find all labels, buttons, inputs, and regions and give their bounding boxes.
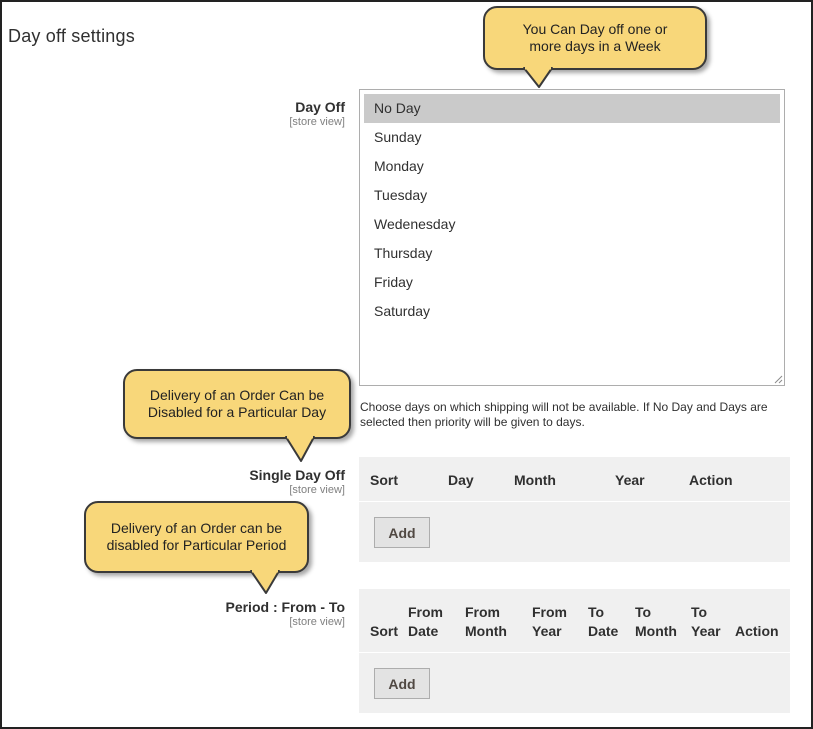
column-header-to-year-top: To — [691, 604, 708, 620]
day-off-option-tuesday[interactable]: Tuesday — [364, 181, 780, 210]
column-header-from-year-top: From — [532, 604, 567, 620]
resize-grip-icon[interactable] — [774, 375, 783, 384]
callout-single-day-text: Delivery of an Order Can be Disabled for… — [147, 387, 327, 420]
column-header-year: Year — [615, 472, 645, 488]
day-off-label: Day Off — [295, 99, 345, 115]
day-off-option-no-day[interactable]: No Day — [364, 94, 780, 123]
period-add-button[interactable]: Add — [374, 668, 430, 699]
period-grid: Sort From Date From Month From Year To D… — [359, 589, 790, 713]
callout-day-off-text: You Can Day off one or more days in a We… — [522, 21, 668, 54]
callout-single-day-pointer — [285, 435, 315, 462]
callout-period-tip: Delivery of an Order can be disabled for… — [84, 501, 309, 573]
column-header-action: Action — [689, 472, 733, 488]
callout-period-text: Delivery of an Order can be disabled for… — [106, 520, 287, 553]
callout-period-pointer — [250, 569, 280, 594]
single-day-off-grid-header: Sort Day Month Year Action — [359, 457, 790, 502]
callout-day-off-tip: You Can Day off one or more days in a We… — [483, 6, 707, 70]
column-header-to-date-top: To — [588, 604, 605, 620]
day-off-option-friday[interactable]: Friday — [364, 268, 780, 297]
day-off-option-monday[interactable]: Monday — [364, 152, 780, 181]
column-header-to-month-bottom: Month — [635, 623, 677, 639]
single-day-off-scope: [store view] — [289, 484, 345, 496]
section-title: Day off settings — [8, 26, 135, 46]
column-header-day: Day — [448, 472, 474, 488]
column-header-from-date-bottom: Date — [408, 623, 439, 639]
day-off-option-wednesday[interactable]: Wedenesday — [364, 210, 780, 239]
column-header-sort: Sort — [370, 472, 398, 488]
column-header-from-year-bottom: Year — [532, 623, 562, 639]
column-header-to-month-top: To — [635, 604, 652, 620]
period-label: Period : From - To — [225, 599, 345, 615]
single-day-off-grid: Sort Day Month Year Action Add — [359, 457, 790, 562]
single-day-off-add-button[interactable]: Add — [374, 517, 430, 548]
column-header-from-month-bottom: Month — [465, 623, 507, 639]
day-off-scope: [store view] — [289, 116, 345, 128]
column-header-sort: Sort — [370, 623, 398, 639]
day-off-settings-panel: Day off settings Day Off [store view] No… — [0, 0, 813, 729]
column-header-to-year-bottom: Year — [691, 623, 721, 639]
day-off-option-saturday[interactable]: Saturday — [364, 297, 780, 326]
callout-single-day-tip: Delivery of an Order Can be Disabled for… — [123, 369, 351, 439]
day-off-note: Choose days on which shipping will not b… — [360, 400, 768, 429]
column-header-month: Month — [514, 472, 556, 488]
period-scope: [store view] — [289, 616, 345, 628]
column-header-action: Action — [735, 623, 779, 639]
period-grid-header: Sort From Date From Month From Year To D… — [359, 589, 790, 653]
column-header-from-date-top: From — [408, 604, 443, 620]
callout-day-off-pointer — [523, 66, 553, 88]
single-day-off-label: Single Day Off — [249, 467, 345, 483]
column-header-from-month-top: From — [465, 604, 500, 620]
column-header-to-date-bottom: Date — [588, 623, 619, 639]
day-off-option-sunday[interactable]: Sunday — [364, 123, 780, 152]
day-off-multiselect[interactable]: No Day Sunday Monday Tuesday Wedenesday … — [359, 89, 785, 386]
day-off-option-thursday[interactable]: Thursday — [364, 239, 780, 268]
